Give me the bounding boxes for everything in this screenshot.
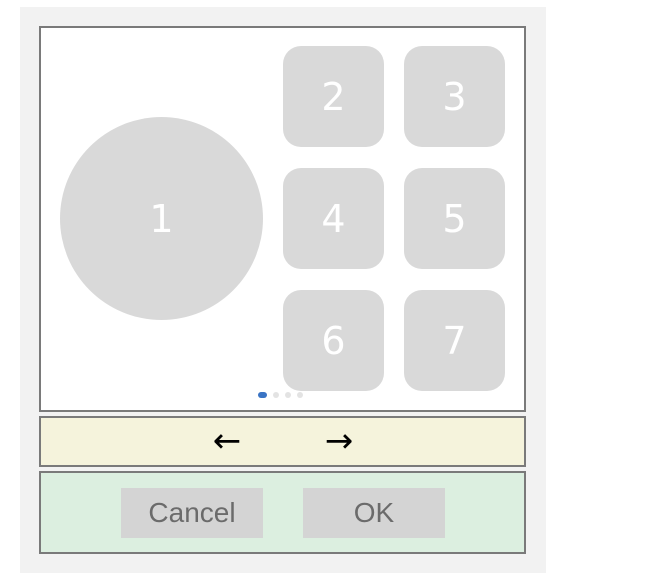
grid-item-label: 7 xyxy=(442,318,467,363)
grid-item-tile[interactable]: 3 xyxy=(404,46,505,147)
ok-button[interactable]: OK xyxy=(303,488,445,538)
grid-item-circle[interactable]: 1 xyxy=(60,117,263,320)
arrow-left-icon[interactable]: ← xyxy=(207,421,247,461)
next-button-glyph: → xyxy=(324,421,354,461)
grid-item-tile[interactable]: 5 xyxy=(404,168,505,269)
grid-item-label: 3 xyxy=(442,74,467,119)
page-indicator[interactable] xyxy=(258,392,303,398)
grid-container: 1 2 3 4 5 6 7 xyxy=(39,26,526,412)
page-dot-active[interactable] xyxy=(258,392,267,398)
grid-item-label: 2 xyxy=(321,74,346,119)
action-bar: Cancel OK xyxy=(39,471,526,554)
page-dot[interactable] xyxy=(285,392,291,398)
grid-item-tile[interactable]: 4 xyxy=(283,168,384,269)
grid-item-tile[interactable]: 2 xyxy=(283,46,384,147)
grid-item-tile[interactable]: 7 xyxy=(404,290,505,391)
page-dot[interactable] xyxy=(273,392,279,398)
cancel-button-label: Cancel xyxy=(148,497,236,528)
grid-item-tile[interactable]: 6 xyxy=(283,290,384,391)
ok-button-label: OK xyxy=(353,497,395,528)
grid-item-label: 4 xyxy=(321,196,346,241)
grid-item-label: 6 xyxy=(321,318,346,363)
prev-button-glyph: ← xyxy=(212,421,242,461)
grid-item-label: 5 xyxy=(442,196,467,241)
navigation-bar: ← → xyxy=(39,416,526,467)
cancel-button[interactable]: Cancel xyxy=(121,488,263,538)
arrow-right-icon[interactable]: → xyxy=(319,421,359,461)
grid-item-label: 1 xyxy=(149,196,174,241)
page-dot[interactable] xyxy=(297,392,303,398)
